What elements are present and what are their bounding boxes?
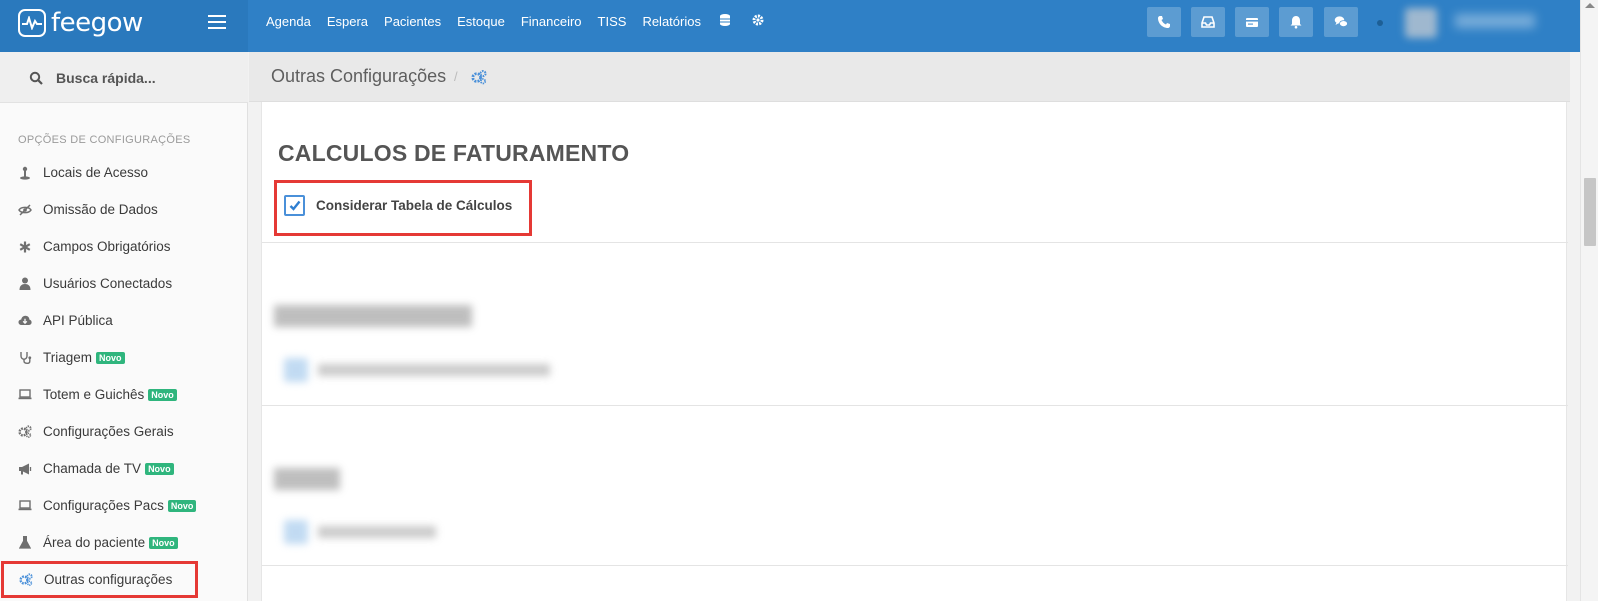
sidebar-item-label: API Pública [43, 313, 113, 328]
inbox-icon [1201, 16, 1215, 28]
bell-icon [1290, 16, 1302, 29]
sidebar-item-label: Configurações Pacs [43, 498, 164, 513]
sidebar-item-api-publica[interactable]: API Pública [0, 302, 248, 339]
chat-section [262, 406, 1568, 566]
chat-icon [1334, 16, 1348, 28]
flask-icon [18, 536, 32, 550]
page-header: Outras Configurações / [249, 52, 1570, 102]
gear-icon[interactable] [752, 14, 764, 39]
cloud-icon [18, 314, 32, 328]
user-icon [18, 277, 32, 291]
main-nav: Agenda Espera Pacientes Estoque Financei… [258, 0, 775, 52]
sidebar-item-outras-configuracoes[interactable]: Outras configurações [1, 561, 198, 598]
page-scrollbar[interactable] [1580, 0, 1598, 601]
sidebar-item-label: Totem e Guichês [43, 387, 145, 402]
nav-espera[interactable]: Espera [327, 14, 368, 39]
sidebar-item-label: Triagem [43, 350, 93, 365]
sidebar-item-chamada-de-tv[interactable]: Chamada de TV Novo [0, 450, 248, 487]
sidebar: Busca rápida... OPÇÕES DE CONFIGURAÇÕES … [0, 52, 248, 601]
brand-area: feegow [0, 0, 248, 52]
sidebar-item-label: Outras configurações [44, 572, 173, 587]
nav-tiss[interactable]: TISS [598, 14, 627, 39]
sidebar-item-label: Área do paciente [43, 535, 146, 550]
sidebar-item-label: Chamada de TV [43, 461, 142, 476]
database-icon[interactable] [719, 13, 730, 39]
new-badge: Novo [148, 388, 177, 401]
gears-icon[interactable] [471, 69, 487, 85]
new-badge: Novo [167, 499, 197, 512]
eye-slash-icon [18, 203, 32, 217]
settings-content: CALCULOS DE FATURAMENTO Considerar Tabel… [261, 102, 1568, 601]
blurred-checkbox[interactable] [284, 520, 308, 544]
avatar[interactable] [1405, 8, 1437, 38]
asterisk-icon [18, 240, 32, 254]
laptop-icon [18, 388, 32, 402]
quick-search[interactable]: Busca rápida... [0, 52, 248, 103]
highlight-box [274, 180, 532, 236]
gears-icon [18, 425, 32, 439]
sidebar-item-triagem[interactable]: Triagem Novo [0, 339, 248, 376]
location-icon [18, 166, 32, 180]
scroll-up-arrow-icon[interactable] [1585, 3, 1595, 8]
gears-icon [19, 573, 33, 587]
search-icon [29, 71, 43, 85]
sidebar-item-campos-obrigatorios[interactable]: Campos Obrigatórios [0, 228, 248, 265]
page-title: Outras Configurações [271, 66, 447, 86]
sidebar-item-label: Usuários Conectados [43, 276, 173, 291]
blurred-checkbox-label [318, 364, 550, 376]
menu-toggle-icon[interactable] [208, 15, 226, 29]
phone-icon [1158, 16, 1170, 28]
laptop-icon [18, 499, 32, 513]
inbox-button[interactable] [1191, 7, 1225, 37]
nav-financeiro[interactable]: Financeiro [521, 14, 582, 39]
sidebar-item-totem-e-guiches[interactable]: Totem e Guichês Novo [0, 376, 248, 413]
sidebar-item-label: Configurações Gerais [43, 424, 174, 439]
sidebar-item-usuarios-conectados[interactable]: Usuários Conectados [0, 265, 248, 302]
sidebar-item-configuracoes-pacs[interactable]: Configurações Pacs Novo [0, 487, 248, 524]
blurred-section-title [274, 305, 472, 327]
top-navbar: feegow Agenda Espera Pacientes Estoque F… [0, 0, 1598, 52]
sidebar-item-configuracoes-gerais[interactable]: Configurações Gerais [0, 413, 248, 450]
notifications-button[interactable] [1279, 7, 1313, 37]
new-badge: Novo [145, 462, 174, 475]
scrollbar-thumb[interactable] [1584, 178, 1596, 246]
card-button[interactable] [1235, 7, 1269, 37]
nav-relatorios[interactable]: Relatórios [642, 14, 701, 39]
sidebar-item-label: Campos Obrigatórios [43, 239, 171, 254]
sidebar-item-area-do-paciente[interactable]: Área do paciente Novo [0, 524, 248, 561]
section-title: CALCULOS DE FATURAMENTO [278, 140, 630, 166]
user-name[interactable] [1455, 14, 1535, 28]
blurred-checkbox[interactable] [284, 358, 308, 382]
sidebar-item-omissao-de-dados[interactable]: Omissão de Dados [0, 191, 248, 228]
nav-pacientes[interactable]: Pacientes [384, 14, 441, 39]
search-label: Busca rápida... [56, 70, 156, 86]
cancel-section [262, 243, 1568, 406]
nav-agenda[interactable]: Agenda [266, 14, 311, 39]
card-icon [1246, 18, 1258, 27]
megaphone-icon [18, 462, 32, 476]
brand-logo[interactable]: feegow [51, 8, 143, 38]
sidebar-menu: Locais de Acesso Omissão de Dados Campos… [0, 154, 248, 598]
status-dot [1377, 20, 1383, 26]
nav-estoque[interactable]: Estoque [457, 14, 505, 39]
sidebar-item-label: Locais de Acesso [43, 165, 149, 180]
billing-calc-section: CALCULOS DE FATURAMENTO Considerar Tabel… [262, 102, 1568, 243]
blurred-section-title [274, 468, 340, 490]
sidebar-item-label: Omissão de Dados [43, 202, 158, 217]
phone-button[interactable] [1147, 7, 1181, 37]
sidebar-section-title: OPÇÕES DE CONFIGURAÇÕES [18, 134, 191, 146]
new-badge: Novo [149, 536, 178, 549]
blurred-checkbox-label [318, 526, 436, 538]
sidebar-item-locais-de-acesso[interactable]: Locais de Acesso [0, 154, 248, 191]
new-badge: Novo [96, 351, 125, 364]
breadcrumb-separator: / [454, 69, 458, 84]
heartbeat-logo-icon [18, 9, 46, 37]
stethoscope-icon [18, 351, 32, 365]
chat-button[interactable] [1324, 7, 1358, 37]
